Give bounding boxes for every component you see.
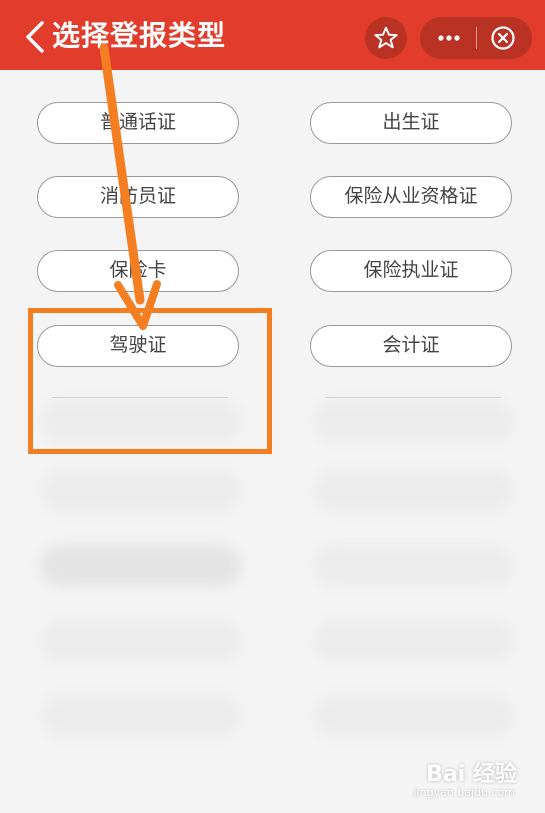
option-putonghua-cert[interactable]: 普通话证 [37,102,239,144]
blurred-option [313,400,515,442]
option-birth-cert[interactable]: 出生证 [310,102,512,144]
blurred-option [313,695,515,737]
close-circle-icon[interactable] [488,23,518,53]
chevron-left-icon[interactable] [20,20,50,54]
blurred-option [313,470,515,512]
blurred-option [40,695,242,737]
mini-program-capsule [420,17,532,59]
blurred-option [313,545,515,587]
star-icon [374,26,398,49]
blurred-option [40,545,242,587]
option-insurance-practice-cert[interactable]: 保险执业证 [310,250,512,292]
header-bar: 选择登报类型 [0,0,545,70]
capsule-divider [476,27,477,49]
watermark-url: jingyan.baidu.com [413,786,515,799]
blurred-option [40,620,242,662]
page-title: 选择登报类型 [52,19,227,52]
more-dots-icon[interactable] [434,23,464,53]
option-accountant-cert[interactable]: 会计证 [310,325,512,367]
option-insurance-card[interactable]: 保险卡 [37,250,239,292]
option-firefighter-cert[interactable]: 消防员证 [37,176,239,218]
blurred-divider [325,397,501,398]
blurred-option [40,470,242,512]
blurred-option [313,620,515,662]
favorite-button[interactable] [365,17,407,59]
highlight-box [28,308,272,454]
option-insurance-qualification-cert[interactable]: 保险从业资格证 [310,176,512,218]
watermark-logo: Bai 经验 [426,762,517,787]
